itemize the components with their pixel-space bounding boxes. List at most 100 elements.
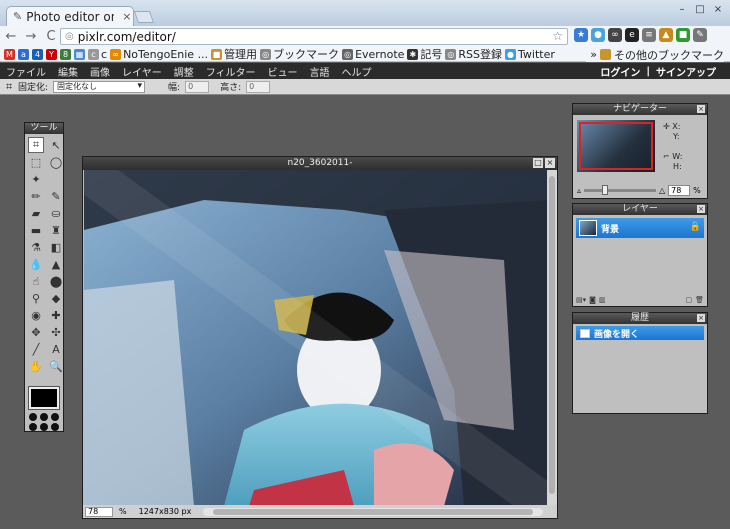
navigator-thumbnail[interactable] bbox=[577, 120, 655, 172]
signup-link[interactable]: サインアップ bbox=[656, 64, 716, 79]
width-input[interactable]: 0 bbox=[185, 80, 210, 93]
bookmark-item[interactable]: ◎ Evernote bbox=[342, 48, 404, 61]
doc-maximize-icon[interactable]: □ bbox=[533, 158, 543, 168]
redeye-tool-icon[interactable]: ◉ bbox=[28, 307, 44, 323]
reload-icon[interactable]: C bbox=[44, 29, 58, 44]
menu-item[interactable]: ファイル bbox=[6, 64, 46, 79]
other-bookmarks[interactable]: » その他のブックマーク bbox=[586, 47, 724, 62]
move-tool-icon[interactable]: ↖ bbox=[48, 137, 64, 153]
document-titlebar[interactable]: n20_3602011- □ × bbox=[83, 157, 557, 170]
bookmark-item[interactable]: cc bbox=[88, 48, 107, 61]
bookmark-item[interactable]: ∞ NoTengoEnie ... bbox=[110, 48, 208, 61]
line-tool-icon[interactable]: ╱ bbox=[28, 341, 44, 357]
cal-icon[interactable]: ≡ bbox=[642, 28, 656, 42]
brush-tool-icon[interactable]: ✎ bbox=[48, 188, 64, 204]
history-close-icon[interactable]: × bbox=[697, 314, 705, 322]
menu-item[interactable]: フィルター bbox=[206, 64, 256, 79]
pinch-tool-icon[interactable]: ✣ bbox=[48, 324, 64, 340]
menu-item[interactable]: 編集 bbox=[58, 64, 78, 79]
bird-icon[interactable]: ● bbox=[591, 28, 605, 42]
blank-tool-icon[interactable] bbox=[48, 171, 64, 187]
zoom-in-icon[interactable]: △ bbox=[659, 186, 665, 195]
layers-close-icon[interactable]: × bbox=[697, 205, 705, 213]
gradient-tool-icon[interactable]: ▬ bbox=[28, 222, 44, 238]
eraser-tool-icon[interactable]: ▰ bbox=[28, 205, 44, 221]
bucket-tool-icon[interactable]: ⛀ bbox=[48, 205, 64, 221]
back-icon[interactable]: ← bbox=[4, 29, 18, 44]
hand-tool-icon[interactable]: ✋ bbox=[28, 358, 44, 374]
smudge-tool-icon[interactable]: ☝ bbox=[28, 273, 44, 289]
maximize-button[interactable]: □ bbox=[692, 2, 708, 16]
menu-item[interactable]: ヘルプ bbox=[342, 64, 372, 79]
navigator-zoom-input[interactable]: 78 bbox=[668, 184, 691, 196]
layer-folder-icon[interactable]: ▥ bbox=[599, 296, 606, 304]
image-canvas[interactable] bbox=[84, 170, 548, 506]
zoom-tool-icon[interactable]: 🔍 bbox=[48, 358, 64, 374]
bookmark-item[interactable]: 8 bbox=[60, 48, 71, 60]
bookmark-item[interactable]: ■ 管理用 bbox=[211, 47, 257, 61]
vertical-scrollbar[interactable] bbox=[547, 170, 557, 506]
ew-icon[interactable]: e bbox=[625, 28, 639, 42]
wand-tool-icon[interactable]: ✦ bbox=[28, 171, 44, 187]
sponge-tool-icon[interactable]: ⬤ bbox=[48, 273, 64, 289]
replace-tool-icon[interactable]: ◧ bbox=[48, 239, 64, 255]
picker-tool-icon[interactable]: ⚗ bbox=[28, 239, 44, 255]
crop-tool-icon[interactable]: ⌗ bbox=[28, 137, 44, 153]
close-window-button[interactable]: × bbox=[710, 2, 726, 16]
bookmarks-more-icon[interactable]: » bbox=[590, 48, 597, 61]
bookmark-item[interactable]: ✱ 記号 bbox=[407, 47, 442, 61]
menu-item[interactable]: 画像 bbox=[90, 64, 110, 79]
browser-tab[interactable]: ✎ Photo editor online × bbox=[6, 6, 134, 26]
height-input[interactable]: 0 bbox=[246, 80, 271, 93]
forward-icon[interactable]: → bbox=[24, 29, 38, 44]
glasses-icon[interactable]: ∞ bbox=[608, 28, 622, 42]
bookmark-item[interactable]: Y bbox=[46, 48, 57, 60]
burn-tool-icon[interactable]: ⚲ bbox=[28, 290, 44, 306]
bookmark-star-icon[interactable]: ☆ bbox=[552, 29, 563, 43]
green-icon[interactable]: ■ bbox=[676, 28, 690, 42]
bookmark-item[interactable]: ● Twitter bbox=[505, 48, 555, 61]
new-tab-button[interactable] bbox=[133, 11, 155, 23]
tab-close-icon[interactable]: × bbox=[122, 10, 131, 23]
wrench-icon[interactable]: ✎ bbox=[693, 28, 707, 42]
lasso-tool-icon[interactable]: ◯ bbox=[48, 154, 64, 170]
history-item[interactable]: 画像を開く bbox=[576, 326, 704, 340]
pencil-tool-icon[interactable]: ✏ bbox=[28, 188, 44, 204]
tool-dots[interactable] bbox=[29, 413, 60, 431]
navigator-viewport[interactable] bbox=[579, 122, 653, 170]
horizontal-scrollbar[interactable] bbox=[203, 508, 543, 516]
menu-item[interactable]: レイヤー bbox=[122, 64, 162, 79]
layer-style-icon[interactable]: ▤▾ bbox=[576, 296, 586, 304]
menu-item[interactable]: ビュー bbox=[268, 64, 298, 79]
navigator-close-icon[interactable]: × bbox=[697, 105, 705, 113]
star-icon[interactable]: ★ bbox=[574, 28, 588, 42]
layer-row[interactable]: 背景 🔒 bbox=[576, 218, 704, 238]
stamp-tool-icon[interactable]: ♜ bbox=[48, 222, 64, 238]
login-link[interactable]: ログイン bbox=[600, 64, 640, 79]
layer-mask-icon[interactable]: ◙ bbox=[589, 296, 596, 304]
bookmark-item[interactable]: ◎ RSS登録 bbox=[445, 47, 502, 61]
doc-close-icon[interactable]: × bbox=[545, 158, 555, 168]
lock-icon[interactable]: 🔒 bbox=[690, 222, 701, 232]
bookmark-item[interactable]: 4 bbox=[32, 48, 43, 60]
delete-layer-icon[interactable]: 🗑 bbox=[695, 296, 704, 304]
bookmark-item[interactable]: ▦ bbox=[74, 48, 85, 60]
zoom-out-icon[interactable]: ▵ bbox=[577, 186, 581, 195]
bookmark-item[interactable]: ◎ ブックマーク bbox=[260, 47, 339, 61]
bookmark-item[interactable]: a bbox=[18, 48, 29, 60]
dodge-tool-icon[interactable]: ◆ bbox=[48, 290, 64, 306]
url-text[interactable]: pixlr.com/editor/ bbox=[78, 30, 176, 44]
text-tool-icon[interactable]: A bbox=[48, 341, 64, 357]
drop-tool-icon[interactable]: 💧 bbox=[28, 256, 44, 272]
zoom-slider[interactable] bbox=[584, 184, 657, 195]
zoom-input[interactable]: 78 bbox=[85, 506, 113, 517]
marquee-tool-icon[interactable]: ⬚ bbox=[28, 154, 44, 170]
menu-item[interactable]: 言語 bbox=[310, 64, 330, 79]
bookmark-item[interactable]: M bbox=[4, 48, 15, 60]
tools-panel-title[interactable]: ツール bbox=[25, 123, 63, 134]
new-layer-icon[interactable]: ▢ bbox=[685, 296, 692, 304]
address-bar[interactable]: ◎ pixlr.com/editor/ ☆ bbox=[60, 28, 568, 45]
color-swatch[interactable] bbox=[28, 386, 60, 410]
minimize-button[interactable]: – bbox=[674, 2, 690, 16]
menu-item[interactable]: 調整 bbox=[174, 64, 194, 79]
